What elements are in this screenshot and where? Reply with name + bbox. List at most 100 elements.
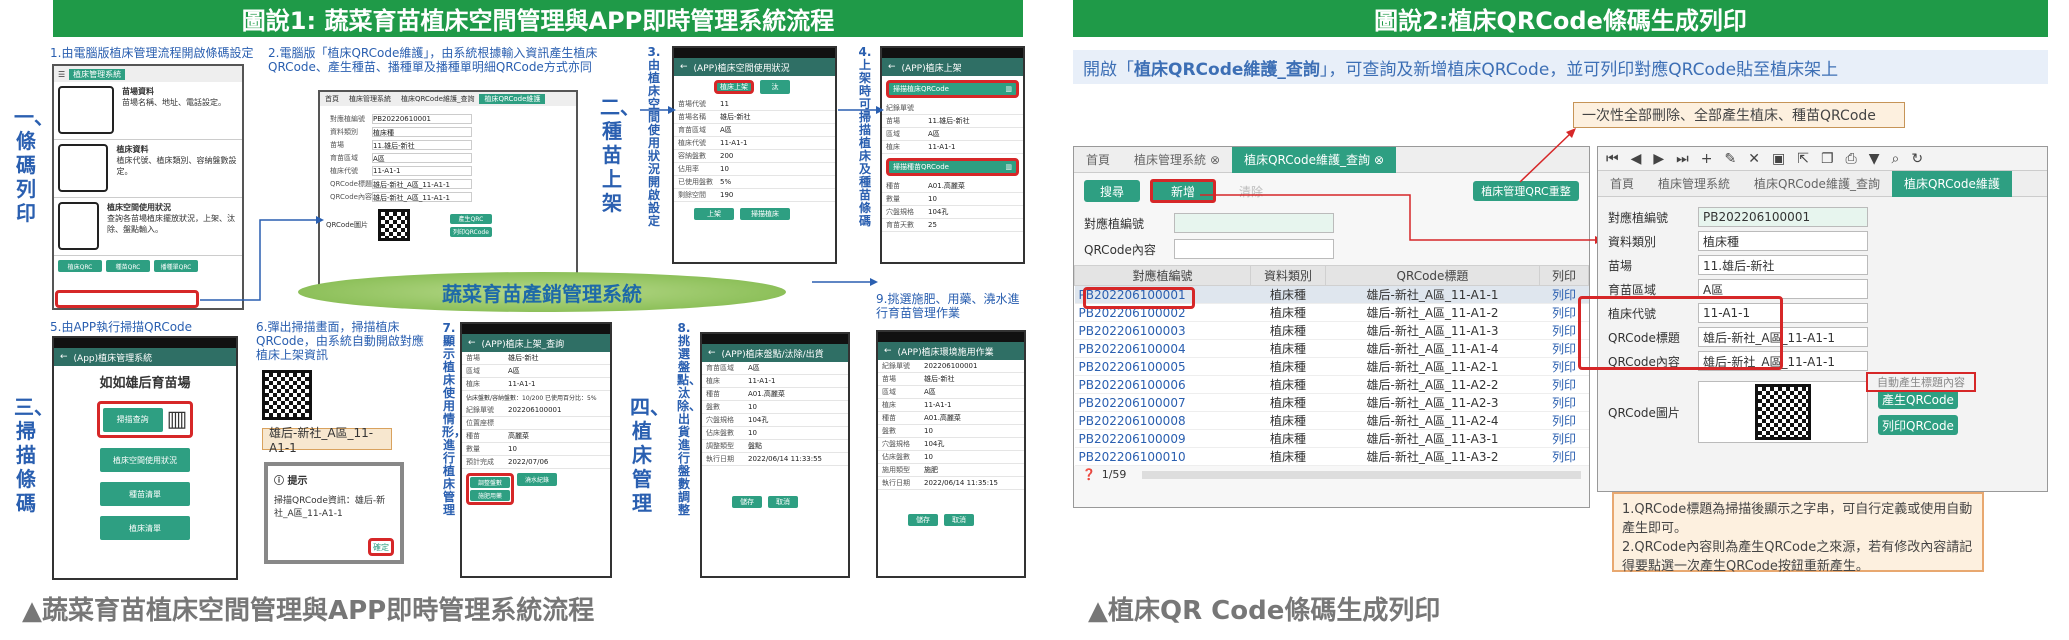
- back-icon[interactable]: ←: [60, 352, 68, 362]
- qr-form-tab[interactable]: 植床QRCode維護_查詢: [396, 94, 479, 104]
- scan-seedling-qr-button[interactable]: 掃描種苗QRCode ▥: [886, 158, 1019, 176]
- row-value[interactable]: A01.高麗菜: [924, 413, 1020, 423]
- row-value[interactable]: 2022/07/06: [508, 458, 606, 466]
- row-value[interactable]: 盤點: [748, 441, 844, 451]
- bed-usage-button[interactable]: 植床空間使用狀況: [100, 448, 190, 472]
- table-row[interactable]: PB202206100009 植床種 雄后-新社_A區_11-A3-1 列印: [1074, 429, 1589, 448]
- row-value[interactable]: A區: [928, 129, 1019, 139]
- table-cell[interactable]: PB202206100004: [1074, 339, 1251, 358]
- table-cell[interactable]: PB202206100006: [1074, 375, 1251, 394]
- print-qrcode-button[interactable]: 列印QRCode: [1878, 415, 1958, 435]
- form-tab[interactable]: 植床管理系統: [1646, 171, 1742, 197]
- next-icon[interactable]: ▶: [1653, 151, 1664, 167]
- dialog-ok-button[interactable]: 確定: [368, 538, 394, 556]
- query-tab[interactable]: 植床管理系統 ⊗: [1122, 147, 1232, 173]
- search-icon[interactable]: ⌕: [1892, 151, 1900, 167]
- close-icon[interactable]: ⊗: [1374, 153, 1384, 167]
- field-input[interactable]: 植床種: [1698, 231, 1868, 251]
- row-value[interactable]: 10: [928, 195, 1019, 203]
- filter-icon[interactable]: ▼: [1869, 151, 1880, 167]
- discard-button[interactable]: 汰: [760, 80, 790, 94]
- form-tab[interactable]: 植床QRCode維護: [1891, 170, 2012, 197]
- row-value[interactable]: 11: [720, 100, 831, 108]
- field-value[interactable]: 11-A1-1: [372, 165, 472, 176]
- row-value[interactable]: 202206100001: [924, 362, 1020, 370]
- row-value[interactable]: 2022/06/14 11:35:15: [924, 479, 1020, 487]
- table-cell[interactable]: PB202206100007: [1074, 393, 1251, 412]
- edit-icon[interactable]: ✎: [1725, 151, 1737, 167]
- pc-qrc-button[interactable]: 種苗QRC: [106, 260, 150, 272]
- add-icon[interactable]: +: [1701, 151, 1713, 167]
- row-value[interactable]: A區: [508, 366, 606, 376]
- query-tab[interactable]: 植床QRCode維護_查詢 ⊗: [1232, 147, 1397, 173]
- refresh-icon[interactable]: ↻: [1911, 151, 1923, 167]
- row-value[interactable]: 202206100001: [508, 406, 606, 414]
- bed-list-button[interactable]: 植床清單: [100, 516, 190, 540]
- row-value[interactable]: 10: [924, 427, 1020, 435]
- clear-button[interactable]: 清除: [1226, 183, 1276, 200]
- qr-form-tab[interactable]: 植床QRCode維護: [479, 94, 546, 104]
- table-cell[interactable]: PB202206100005: [1074, 357, 1251, 376]
- back-icon[interactable]: ←: [468, 338, 476, 348]
- row-value[interactable]: 11-A1-1: [928, 143, 1019, 151]
- cancel-button[interactable]: 取消: [768, 496, 798, 508]
- horizontal-scrollbar[interactable]: [1142, 470, 1581, 479]
- back-icon[interactable]: ←: [884, 346, 892, 356]
- pc-item[interactable]: 植床空間使用狀況 查詢各苗場植床擺放狀況，上架、汰除、盤點輸入。: [54, 198, 242, 256]
- row-value[interactable]: A區: [720, 125, 831, 135]
- field-value[interactable]: 雄后-新社_A區_11-A1-1: [372, 191, 472, 202]
- print-icon[interactable]: ⎙: [1846, 151, 1857, 167]
- row-value[interactable]: 25: [928, 221, 1019, 229]
- table-cell[interactable]: PB202206100008: [1074, 411, 1251, 430]
- pc-qrc-button[interactable]: 播種單QRC: [154, 260, 198, 272]
- field-value[interactable]: PB20220610001: [372, 113, 472, 124]
- back-icon[interactable]: ←: [888, 62, 896, 72]
- row-value[interactable]: 104孔: [748, 415, 844, 425]
- back-icon[interactable]: ←: [708, 348, 716, 358]
- row-value[interactable]: 10: [748, 429, 844, 437]
- field-value[interactable]: 11.雄后-新社: [372, 139, 472, 150]
- print-qrc-button[interactable]: 列印QRCode: [449, 226, 492, 237]
- save-button[interactable]: 儲存: [732, 496, 762, 508]
- field-input[interactable]: PB202206100001: [1698, 207, 1868, 227]
- close-icon[interactable]: ⊗: [1210, 153, 1220, 167]
- row-value[interactable]: 10: [748, 403, 844, 411]
- table-row[interactable]: PB202206100006 植床種 雄后-新社_A區_11-A2-2 列印: [1074, 375, 1589, 394]
- qr-form-tab[interactable]: 首頁: [320, 94, 344, 104]
- row-value[interactable]: 200: [720, 152, 831, 160]
- adjust-trays-button[interactable]: 調整盤數: [470, 477, 510, 488]
- form-tab[interactable]: 植床QRCode維護_查詢: [1742, 171, 1892, 197]
- row-value[interactable]: 2022/06/14 11:33:55: [748, 455, 844, 463]
- row-value[interactable]: 11-A1-1: [924, 401, 1020, 409]
- table-cell[interactable]: PB202206100003: [1074, 321, 1251, 340]
- regen-qrc-button[interactable]: 植床管理QRC重整: [1473, 181, 1579, 201]
- column-header[interactable]: QRCode標題: [1324, 265, 1541, 286]
- prev-icon[interactable]: ◀: [1631, 151, 1642, 167]
- pc-item[interactable]: 植床資料 植床代號、植床類別、容納盤數設定。: [54, 140, 242, 198]
- back-icon[interactable]: ←: [680, 62, 688, 72]
- row-value[interactable]: 104孔: [928, 207, 1019, 217]
- cancel-button[interactable]: 取消: [944, 514, 974, 526]
- row-value[interactable]: A區: [924, 387, 1020, 397]
- scan-query-button[interactable]: 掃描查詢: [102, 407, 163, 432]
- qr-form-tab[interactable]: 植床管理系統: [344, 94, 396, 104]
- row-value[interactable]: 高麗菜: [508, 431, 606, 441]
- row-value[interactable]: A01.高麗菜: [928, 181, 1019, 191]
- fertilize-button[interactable]: 施肥用藥: [470, 490, 510, 501]
- row-value[interactable]: 雄后-新社: [924, 374, 1020, 384]
- row-value[interactable]: 11-A1-1: [748, 377, 844, 385]
- field-value[interactable]: 植床種: [372, 126, 472, 137]
- field-value[interactable]: 雄后-新社_A區_11-A1-1: [372, 178, 472, 189]
- auto-title-button[interactable]: 自動產生標題內容: [1866, 372, 1976, 392]
- save-button[interactable]: 儲存: [908, 514, 938, 526]
- field-input[interactable]: 11.雄后-新社: [1698, 255, 1868, 275]
- search-button[interactable]: 搜尋: [1084, 180, 1140, 202]
- new-button[interactable]: 新增: [1150, 179, 1216, 203]
- query-tab[interactable]: 首頁: [1074, 147, 1122, 173]
- delete-icon[interactable]: ✕: [1748, 151, 1760, 167]
- table-row[interactable]: PB202206100005 植床種 雄后-新社_A區_11-A2-1 列印: [1074, 357, 1589, 376]
- table-cell[interactable]: 列印: [1539, 393, 1589, 412]
- bed-no-input[interactable]: [1174, 213, 1334, 233]
- row-value[interactable]: 11-A1-1: [508, 380, 606, 388]
- column-header[interactable]: 列印: [1539, 265, 1589, 286]
